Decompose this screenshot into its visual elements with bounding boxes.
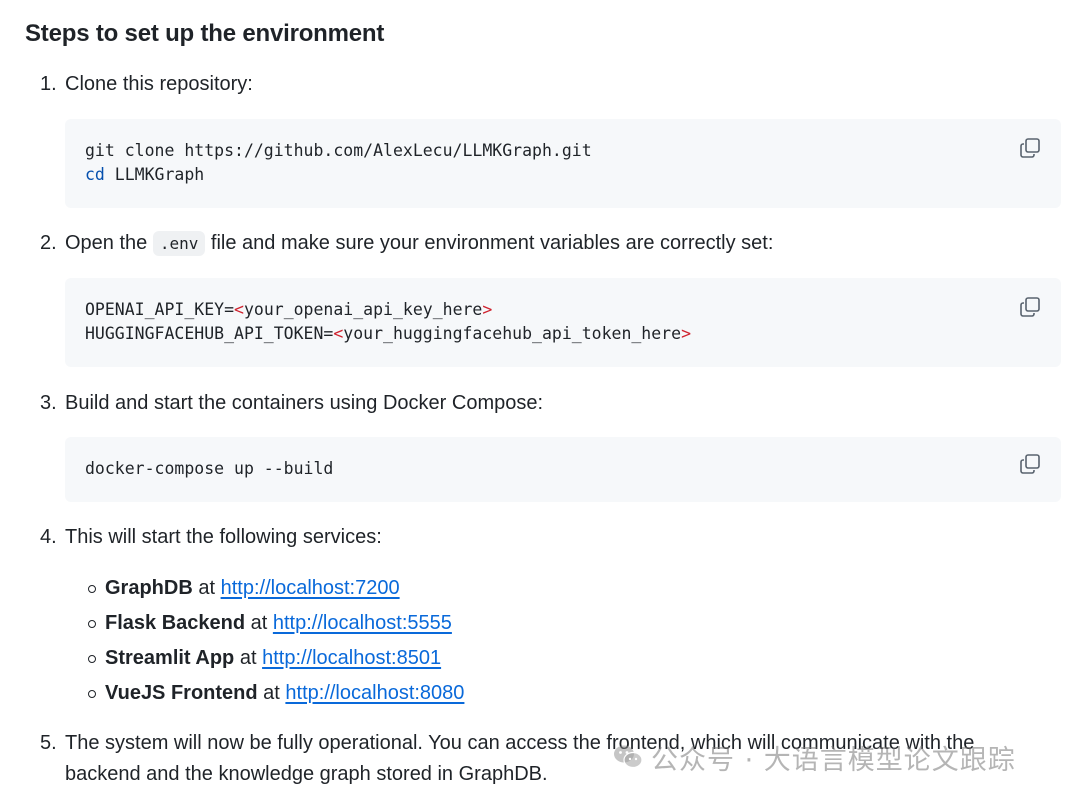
step-2: 2. Open the .env file and make sure your … — [40, 228, 773, 259]
code-keyword: cd — [85, 165, 105, 184]
copy-button[interactable] — [1019, 453, 1041, 475]
wechat-icon — [614, 745, 643, 769]
bullet-icon — [88, 655, 96, 663]
copy-icon — [1020, 297, 1040, 317]
copy-icon — [1020, 138, 1040, 158]
list-item: Streamlit App at http://localhost:8501 — [88, 641, 464, 676]
code-block-docker: docker-compose up --build — [65, 437, 1061, 502]
step-text: This will start the following services: — [65, 526, 382, 548]
code-text: OPENAI_API_KEY=<your_openai_api_key_here… — [85, 300, 691, 343]
bullet-icon — [88, 690, 96, 698]
list-item: GraphDB at http://localhost:7200 — [88, 571, 464, 606]
step-3: 3. Build and start the containers using D… — [40, 388, 543, 418]
code-block-clone: git clone https://github.com/AlexLecu/LL… — [65, 119, 1061, 208]
code-text: git clone https://github.com/AlexLecu/LL… — [85, 141, 592, 184]
step-number: 1. — [40, 73, 57, 95]
services-list: GraphDB at http://localhost:7200 Flask B… — [88, 571, 464, 711]
step-text: Clone this repository: — [65, 73, 253, 95]
copy-button[interactable] — [1019, 137, 1041, 159]
service-link[interactable]: http://localhost:8501 — [262, 647, 441, 669]
step-number: 4. — [40, 526, 57, 548]
list-item: VueJS Frontend at http://localhost:8080 — [88, 676, 464, 711]
step-text: Build and start the containers using Doc… — [65, 392, 544, 414]
code-block-env-vars: OPENAI_API_KEY=<your_openai_api_key_here… — [65, 278, 1061, 367]
page-heading: Steps to set up the environment — [25, 20, 385, 47]
copy-icon — [1020, 454, 1040, 474]
service-link[interactable]: http://localhost:5555 — [273, 612, 452, 634]
step-1: 1. Clone this repository: — [40, 69, 253, 99]
service-link[interactable]: http://localhost:7200 — [221, 577, 400, 599]
inline-code-env: .env — [152, 231, 206, 256]
step-4: 4. This will start the following services… — [40, 522, 382, 552]
service-link[interactable]: http://localhost:8080 — [285, 682, 464, 704]
copy-button[interactable] — [1019, 296, 1041, 318]
step-number: 3. — [40, 392, 57, 414]
list-item: Flask Backend at http://localhost:5555 — [88, 606, 464, 641]
step-number: 5. — [40, 732, 57, 754]
code-text: docker-compose up --build — [85, 459, 334, 478]
watermark: 公众号 · 大语言模型论文跟踪 — [613, 740, 1016, 776]
bullet-icon — [88, 585, 96, 593]
bullet-icon — [88, 620, 96, 628]
step-number: 2. — [40, 232, 57, 254]
